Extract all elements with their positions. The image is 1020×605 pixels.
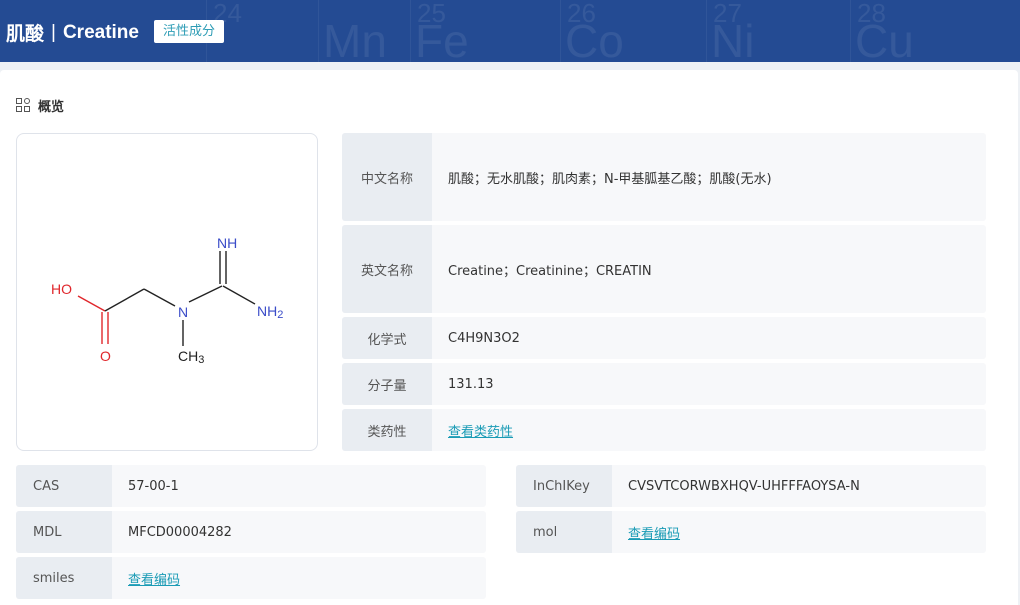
identifier-value-container: 查看编码 bbox=[112, 557, 486, 599]
bg-element-symbol: Ni bbox=[711, 15, 755, 62]
bg-element-cell: 27 Ni bbox=[706, 0, 798, 62]
identifier-value-container: 查看编码 bbox=[612, 511, 986, 553]
property-label: 类药性 bbox=[342, 409, 432, 451]
atom-n: N bbox=[178, 304, 188, 320]
category-tag[interactable]: 活性成分 bbox=[154, 20, 225, 43]
identifier-row-cas: CAS 57-00-1 bbox=[16, 465, 486, 507]
property-label: 英文名称 bbox=[342, 225, 432, 313]
bg-element-cell: 25 Fe bbox=[410, 0, 502, 62]
periodic-table-background: 24 Mn 25 Fe 26 Co 27 Ni 28 Cu bbox=[0, 0, 1020, 62]
title-separator: | bbox=[51, 21, 56, 43]
bg-element-number: 25 bbox=[417, 0, 446, 28]
bg-element-symbol: Fe bbox=[415, 15, 469, 62]
identifier-label: CAS bbox=[16, 465, 112, 507]
view-mol-link[interactable]: 查看编码 bbox=[628, 523, 680, 542]
molecule-structure: HO NH N NH2 O CH3 bbox=[16, 133, 318, 451]
overview-section-title: 概览 bbox=[16, 96, 64, 115]
identifier-label: MDL bbox=[16, 511, 112, 553]
property-row-molecular-weight: 分子量 131.13 bbox=[342, 363, 986, 405]
property-value: Creatine；Creatinine；CREATIN bbox=[448, 263, 652, 279]
bg-element-number: 27 bbox=[713, 0, 742, 28]
structure-diagram: HO NH N NH2 O CH3 bbox=[51, 235, 283, 366]
title-chinese: 肌酸 bbox=[6, 24, 45, 45]
view-druglikeness-link[interactable]: 查看类药性 bbox=[448, 421, 513, 440]
identifier-value: MFCD00004282 bbox=[128, 524, 232, 540]
property-row-chinese-name: 中文名称 肌酸；无水肌酸；肌肉素；N-甲基胍基乙酸；肌酸(无水) bbox=[342, 133, 986, 221]
identifier-label: smiles bbox=[16, 557, 112, 599]
bg-element-symbol: Co bbox=[565, 15, 624, 62]
bg-element-number: 26 bbox=[567, 0, 596, 28]
page-title: 肌酸 | Creatine bbox=[6, 19, 139, 46]
atom-nh: NH bbox=[217, 235, 237, 251]
identifier-label: InChIKey bbox=[516, 465, 612, 507]
identifier-row-smiles: smiles 查看编码 bbox=[16, 557, 486, 599]
property-label: 化学式 bbox=[342, 317, 432, 359]
title-english: Creatine bbox=[62, 21, 139, 43]
view-smiles-link[interactable]: 查看编码 bbox=[128, 569, 180, 588]
property-value: C4H9N3O2 bbox=[448, 330, 520, 346]
bg-element-cell: 26 Co bbox=[560, 0, 652, 62]
property-value: 131.13 bbox=[448, 376, 494, 392]
bg-element-number: 28 bbox=[857, 0, 886, 28]
atom-o: O bbox=[100, 348, 111, 364]
bg-element-cell: Mn bbox=[318, 0, 410, 62]
identifier-value: CVSVTCORWBXHQV-UHFFFAOYSA-N bbox=[628, 478, 860, 494]
page-header: 24 Mn 25 Fe 26 Co 27 Ni 28 Cu 肌酸 | Creatine … bbox=[0, 0, 1020, 62]
atom-ch3: CH3 bbox=[178, 348, 204, 366]
property-label: 中文名称 bbox=[342, 133, 432, 221]
property-value-container: 查看类药性 bbox=[432, 409, 986, 451]
property-label: 分子量 bbox=[342, 363, 432, 405]
property-row-english-name: 英文名称 Creatine；Creatinine；CREATIN bbox=[342, 225, 986, 313]
atom-ho: HO bbox=[51, 281, 72, 297]
bg-element-symbol: Mn bbox=[323, 15, 387, 62]
property-value: 肌酸；无水肌酸；肌肉素；N-甲基胍基乙酸；肌酸(无水) bbox=[448, 171, 772, 187]
bg-element-symbol: Cu bbox=[855, 15, 914, 62]
grid-icon bbox=[16, 98, 31, 113]
identifier-row-inchikey: InChIKey CVSVTCORWBXHQV-UHFFFAOYSA-N bbox=[516, 465, 986, 507]
overview-title-text: 概览 bbox=[38, 100, 65, 115]
identifier-value: 57-00-1 bbox=[128, 478, 179, 494]
bg-element-cell: 28 Cu bbox=[850, 0, 942, 62]
atom-nh2: NH2 bbox=[257, 303, 283, 321]
property-row-druglikeness: 类药性 查看类药性 bbox=[342, 409, 986, 451]
identifier-row-mol: mol 查看编码 bbox=[516, 511, 986, 553]
property-row-formula: 化学式 C4H9N3O2 bbox=[342, 317, 986, 359]
identifier-row-mdl: MDL MFCD00004282 bbox=[16, 511, 486, 553]
identifier-label: mol bbox=[516, 511, 612, 553]
